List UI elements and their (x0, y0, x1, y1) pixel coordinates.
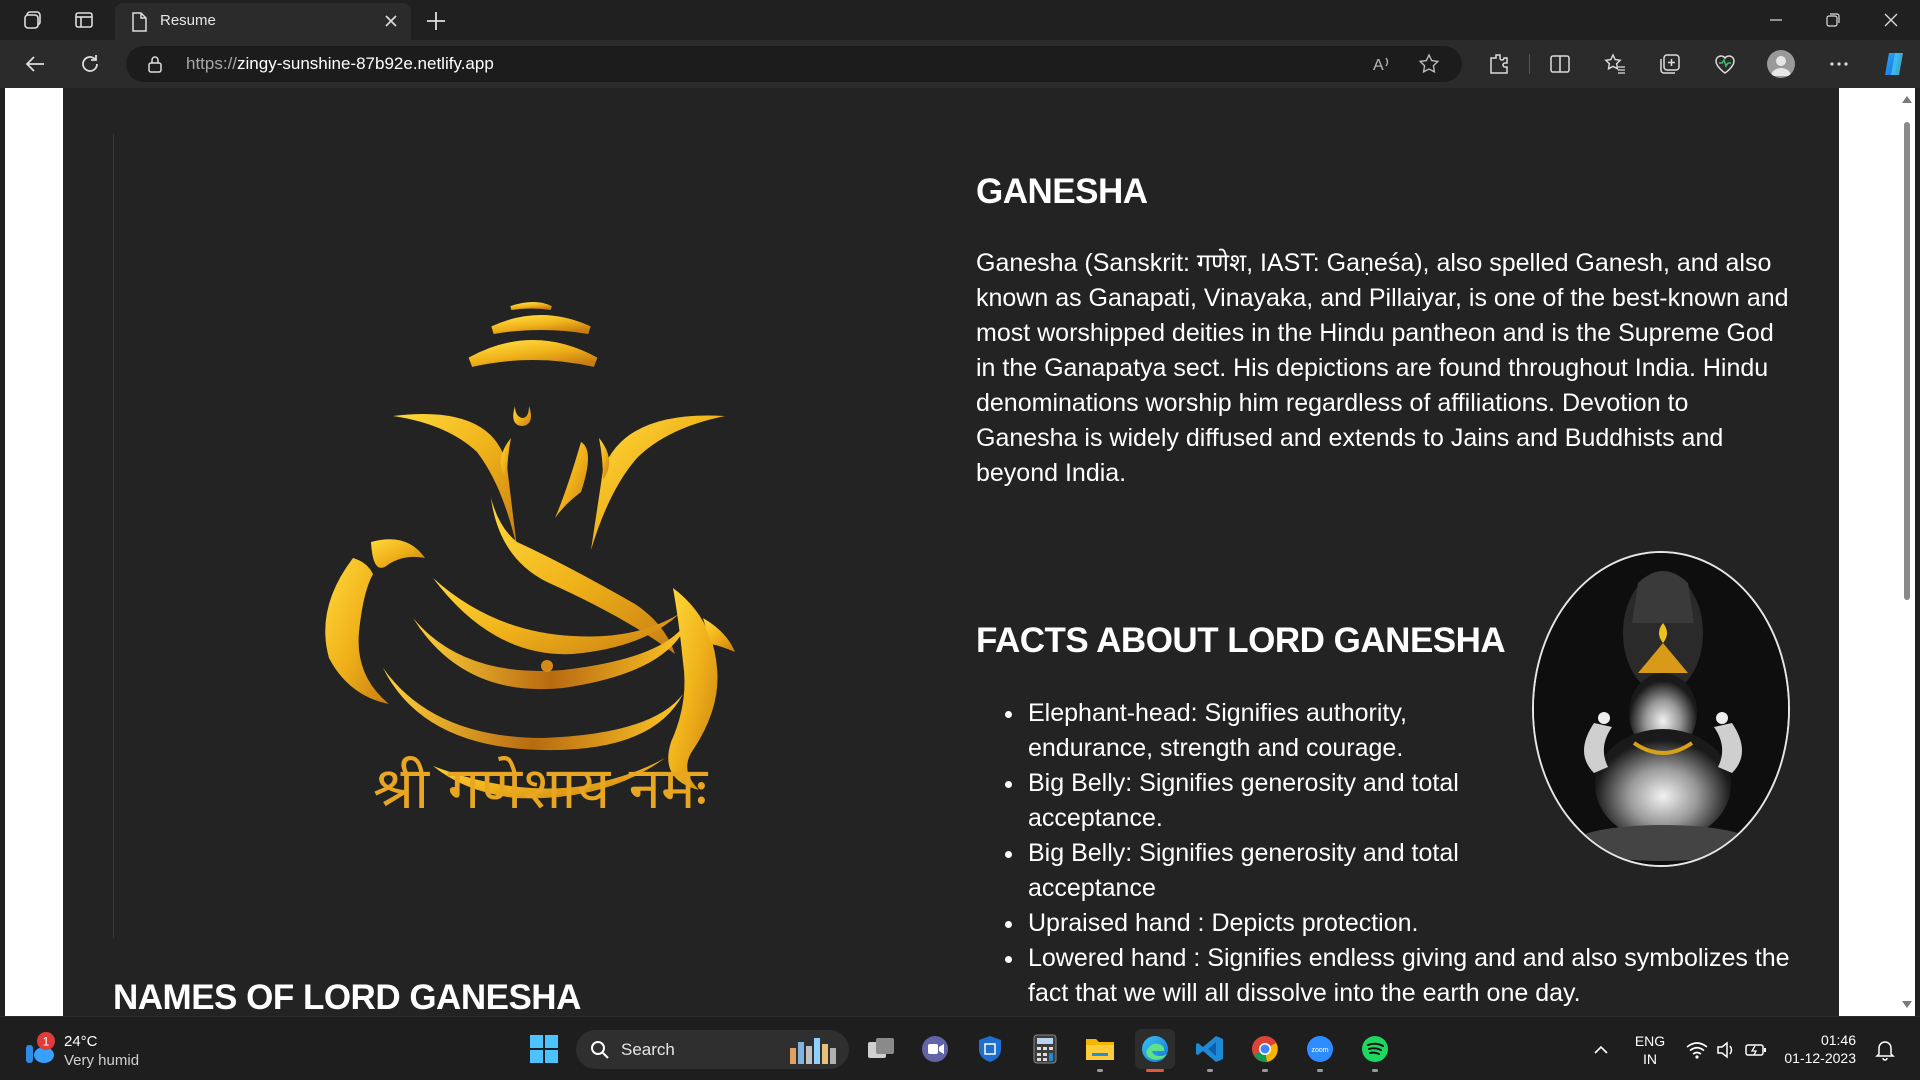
shield-icon (979, 1036, 1001, 1062)
edge-browser-app[interactable] (1135, 1029, 1175, 1072)
spotify-app[interactable] (1355, 1029, 1395, 1072)
heading-ganesha: GANESHA (976, 172, 1148, 211)
chat-icon (922, 1036, 948, 1062)
toolbar-divider (1529, 54, 1530, 74)
restore-icon[interactable] (1813, 6, 1853, 34)
page-content: श्री गणेशाय नमः GANESHA Ganesha (Sanskri… (63, 88, 1839, 1016)
tab-title: Resume (160, 12, 216, 29)
section-divider (113, 134, 114, 938)
zoom-app[interactable]: zoom (1300, 1029, 1340, 1072)
clock[interactable]: 01:46 01-12-2023 (1776, 1031, 1856, 1067)
ganesha-illustration: श्री गणेशाय नमः (325, 302, 735, 822)
scroll-up-arrow-icon[interactable] (1902, 96, 1912, 103)
app-running-indicator (1372, 1069, 1378, 1072)
vscode-app[interactable] (1190, 1029, 1230, 1072)
scroll-thumb[interactable] (1904, 122, 1910, 600)
back-icon[interactable] (20, 49, 50, 79)
app-running-indicator (1262, 1069, 1268, 1072)
notification-bell-icon[interactable] (1874, 1039, 1896, 1061)
clock-time: 01:46 (1820, 1032, 1856, 1048)
profile-avatar[interactable] (1767, 50, 1795, 78)
heading-names: NAMES OF LORD GANESHA (113, 978, 581, 1016)
address-bar[interactable]: https://zingy-sunshine-87b92e.netlify.ap… (126, 46, 1462, 82)
search-highlight-icon (790, 1038, 836, 1064)
weather-icon: 1 (26, 1032, 55, 1063)
zoom-icon: zoom (1307, 1036, 1333, 1062)
edge-icon (1142, 1036, 1168, 1062)
heading-facts: FACTS ABOUT LORD GANESHA (976, 621, 1506, 660)
intro-paragraph: Ganesha (Sanskrit: गणेश, IAST: Gaṇeśa), … (976, 249, 1789, 487)
list-item: Elephant-head: Signifies authority, endu… (1026, 696, 1496, 766)
calculator-icon (1033, 1034, 1057, 1064)
ganesha-statue-image (1532, 551, 1790, 867)
collections-icon[interactable] (1658, 52, 1682, 76)
app-active-indicator (1146, 1069, 1164, 1072)
file-explorer-app[interactable] (1080, 1029, 1120, 1072)
battery-icon[interactable] (1745, 1041, 1767, 1059)
search-icon (591, 1041, 609, 1059)
app-running-indicator (1317, 1069, 1323, 1072)
browser-toolbar: https://zingy-sunshine-87b92e.netlify.ap… (0, 40, 1920, 88)
search-label: Search (621, 1040, 675, 1059)
tab-resume[interactable]: Resume (115, 3, 411, 40)
lock-icon[interactable] (146, 55, 164, 73)
weather-widget[interactable]: 1 24°C Very humid (22, 1031, 139, 1069)
volume-icon[interactable] (1716, 1041, 1736, 1059)
weather-badge: 1 (43, 1035, 50, 1049)
page-icon (132, 12, 147, 32)
read-aloud-icon[interactable]: A (1371, 53, 1393, 75)
task-view-button[interactable] (861, 1029, 901, 1069)
workspaces-icon[interactable] (19, 6, 47, 34)
close-tab-icon[interactable] (381, 11, 401, 31)
start-button[interactable] (524, 1029, 564, 1069)
taskbar-search[interactable]: Search (576, 1030, 849, 1069)
weather-temperature: 24°C (64, 1033, 98, 1050)
refresh-icon[interactable] (75, 49, 105, 79)
calculator-app[interactable] (1025, 1029, 1065, 1069)
split-screen-icon[interactable] (1548, 52, 1572, 76)
close-window-icon[interactable] (1871, 6, 1911, 34)
app-running-indicator (1097, 1069, 1103, 1072)
folder-icon (1086, 1039, 1114, 1060)
list-item: Big Belly: Signifies generosity and tota… (1026, 766, 1496, 836)
web-viewport: श्री गणेशाय नमः GANESHA Ganesha (Sanskri… (5, 88, 1900, 1016)
chrome-app[interactable] (1245, 1029, 1285, 1072)
list-item: Lowered hand : Signifies endless giving … (1026, 941, 1826, 1011)
language-indicator[interactable]: ENG IN (1630, 1032, 1670, 1068)
show-hidden-icons-chevron-icon[interactable] (1593, 1043, 1609, 1055)
teams-chat-button[interactable] (915, 1029, 955, 1069)
vscode-icon (1196, 1036, 1223, 1062)
svg-text:zoom: zoom (1311, 1047, 1328, 1054)
windows-taskbar: 1 24°C Very humid Search zoom ENG IN 01:… (0, 1016, 1920, 1080)
app-running-indicator (1207, 1069, 1213, 1072)
task-view-icon (868, 1038, 894, 1058)
chrome-icon (1252, 1036, 1278, 1063)
url-text[interactable]: https://zingy-sunshine-87b92e.netlify.ap… (186, 54, 494, 74)
favorite-star-icon[interactable] (1418, 53, 1440, 75)
tab-actions-icon[interactable] (70, 6, 98, 34)
browser-essentials-icon[interactable] (1713, 52, 1737, 76)
defender-app[interactable] (970, 1029, 1010, 1069)
more-options-icon[interactable] (1827, 52, 1851, 76)
spotify-icon (1362, 1036, 1388, 1062)
copilot-icon[interactable] (1880, 50, 1910, 78)
scroll-down-arrow-icon[interactable] (1902, 1001, 1912, 1008)
list-item: Big Belly: Signifies generosity and tota… (1026, 836, 1496, 906)
wifi-icon[interactable] (1686, 1041, 1708, 1059)
weather-condition: Very humid (64, 1052, 140, 1069)
windows-logo-icon (530, 1035, 558, 1063)
page-scrollbar[interactable] (1897, 88, 1915, 1016)
svg-text:A: A (1373, 57, 1384, 74)
list-item: Upraised hand : Depicts protection. (1026, 906, 1826, 941)
clock-date: 01-12-2023 (1784, 1050, 1856, 1066)
sanskrit-caption: श्री गणेशाय नमः (373, 754, 709, 822)
minimize-icon[interactable] (1756, 6, 1796, 34)
tab-bar: Resume (0, 0, 1920, 40)
new-tab-icon[interactable] (423, 8, 449, 34)
extensions-icon[interactable] (1487, 52, 1511, 76)
favorites-icon[interactable] (1603, 52, 1627, 76)
